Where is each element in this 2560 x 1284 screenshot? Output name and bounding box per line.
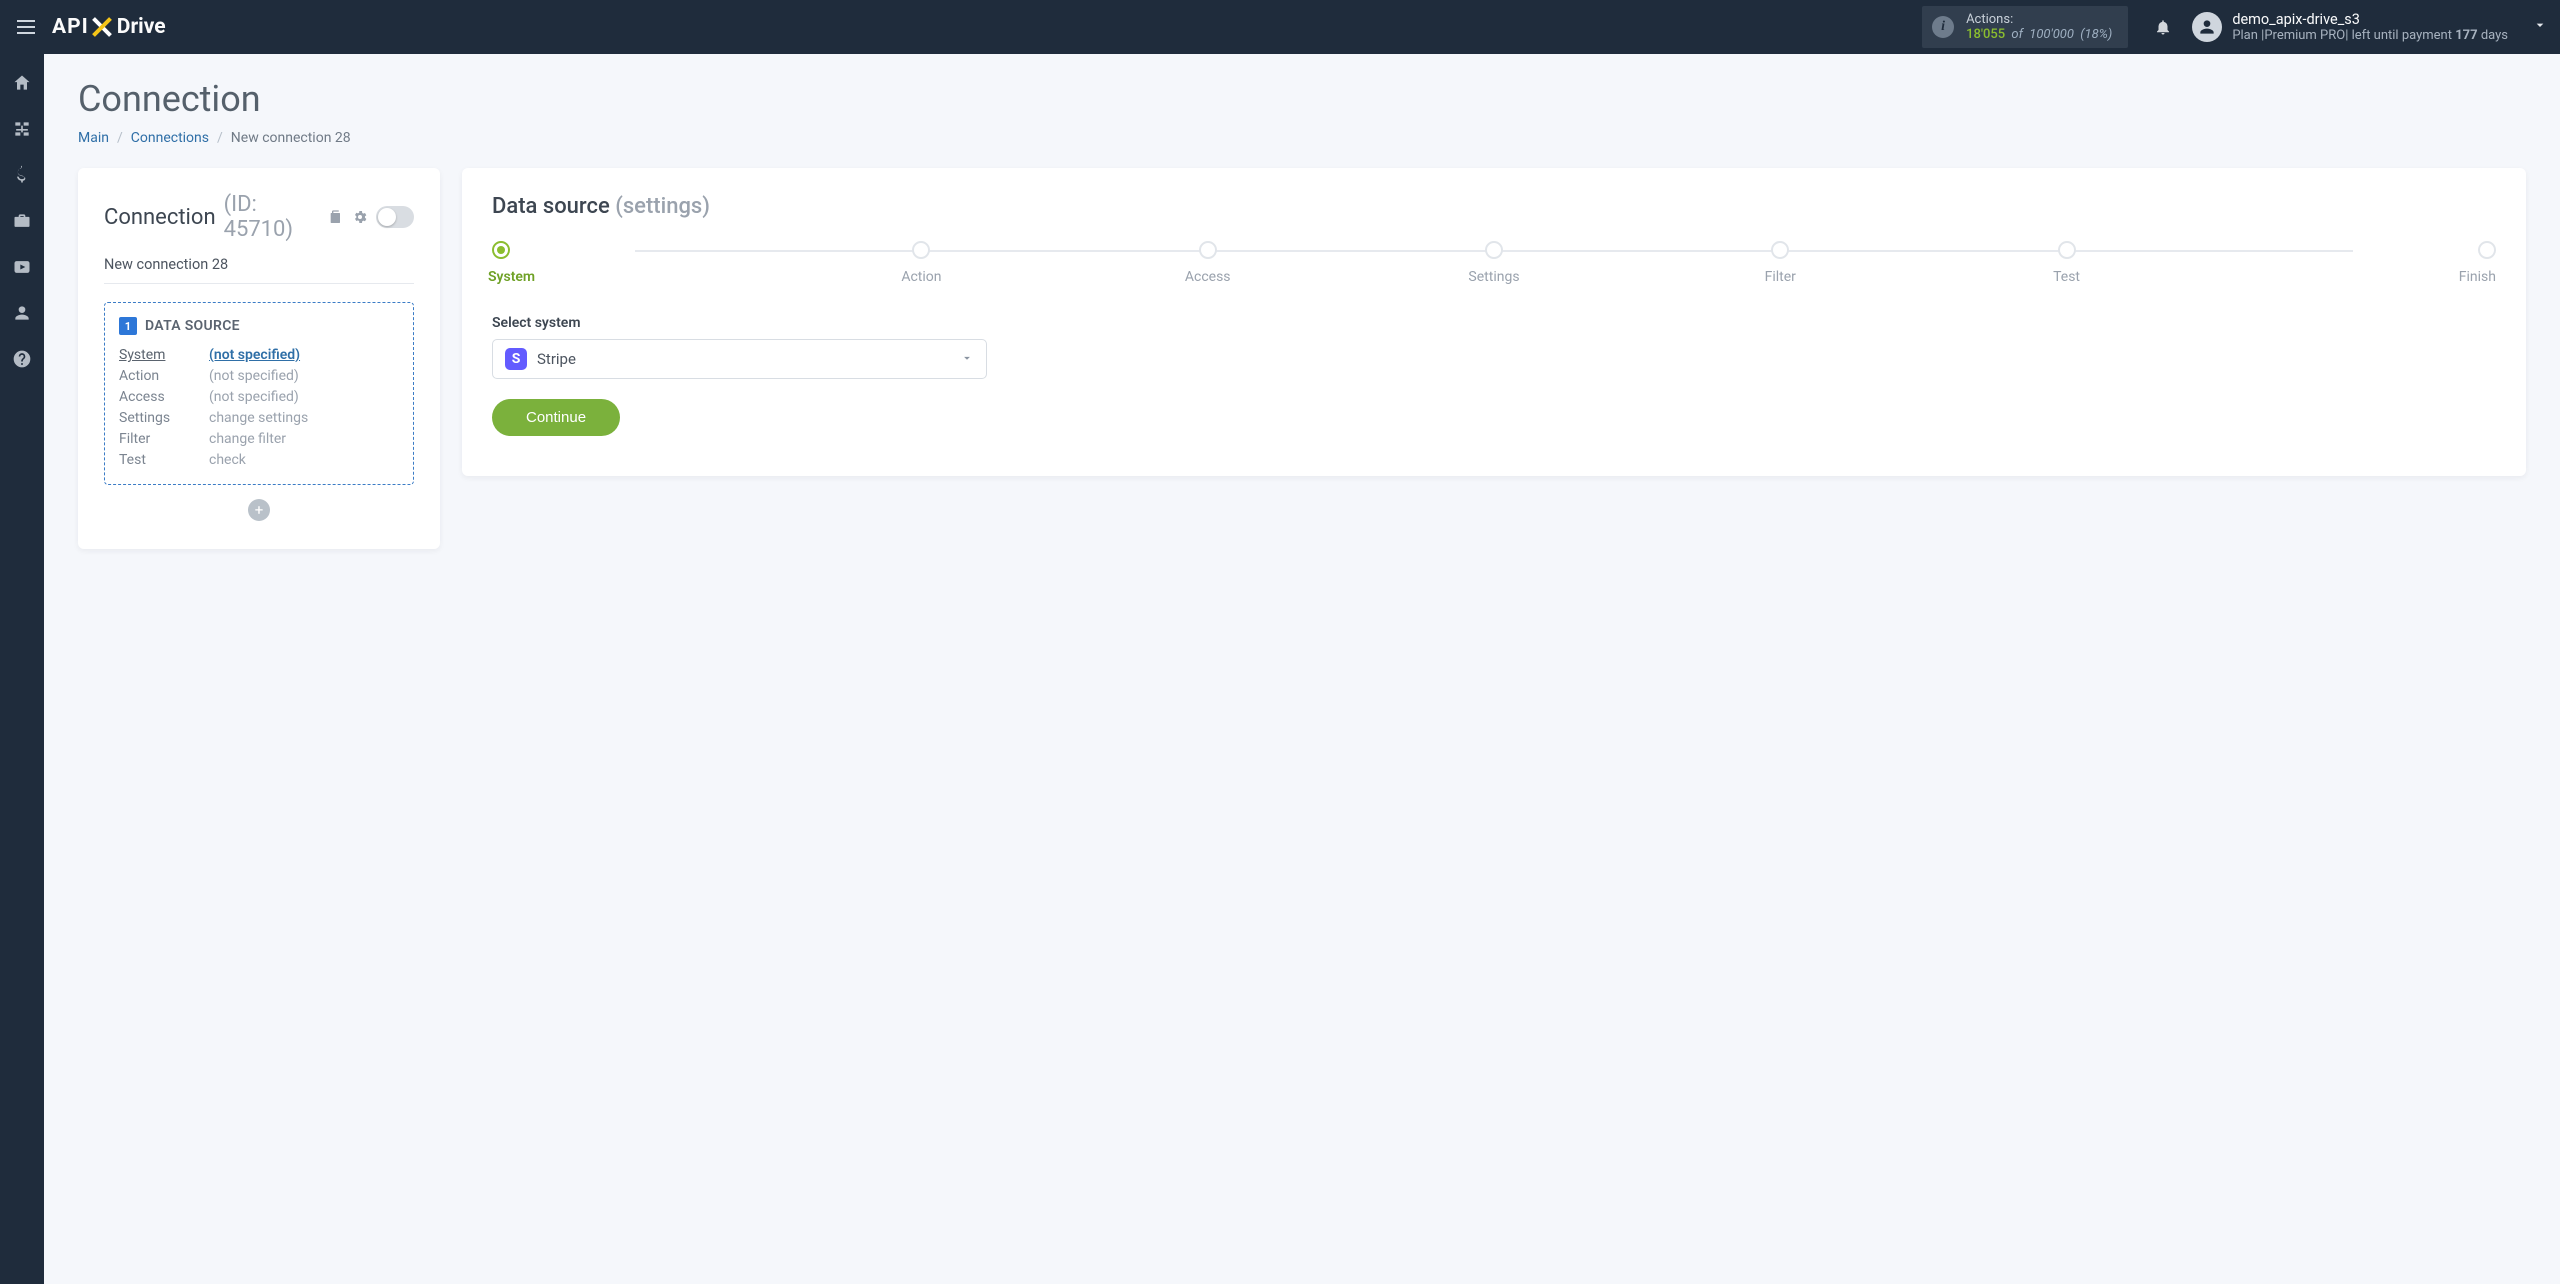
main-card-title: Data source (settings) [492,194,2496,219]
breadcrumb-separator: / [117,130,123,146]
breadcrumb-main[interactable]: Main [78,130,109,146]
step-filter[interactable]: Filter [1637,241,1923,285]
chevron-down-icon[interactable] [2532,17,2548,37]
add-step-button[interactable]: + [248,499,270,521]
notifications-bell-icon[interactable] [2146,10,2180,44]
data-source-rows: System(not specified)Action(not specifie… [119,347,399,468]
step-dot [492,241,510,259]
actions-values: 18'055 of 100'000 (18%) [1966,27,2112,42]
stripe-icon: S [505,348,527,370]
step-test[interactable]: Test [1923,241,2209,285]
ds-row-key: Action [119,368,209,384]
ds-row-value: change settings [209,410,399,426]
step-access[interactable]: Access [1065,241,1351,285]
chevron-down-icon [960,350,974,369]
briefcase-icon[interactable] [11,210,33,232]
system-select[interactable]: S Stripe [492,339,987,379]
continue-button[interactable]: Continue [492,399,620,436]
actions-limit: 100'000 [2029,27,2074,42]
select-system-label: Select system [492,315,2496,331]
data-source-box: 1 DATA SOURCE System(not specified)Actio… [104,302,414,485]
step-settings[interactable]: Settings [1351,241,1637,285]
logo-text-api: API [52,15,89,39]
breadcrumb-connections[interactable]: Connections [131,130,209,146]
hamburger-menu-button[interactable] [12,13,40,41]
breadcrumb-current: New connection 28 [231,130,351,146]
system-select-value: Stripe [537,350,576,368]
ds-row-key: Settings [119,410,209,426]
actions-percent: (18%) [2080,27,2112,42]
logo-x-icon [91,16,113,38]
enable-toggle[interactable] [376,206,414,228]
actions-of: of [2011,27,2023,42]
step-dot [1771,241,1789,259]
home-icon[interactable] [11,72,33,94]
side-card-title: Connection [104,205,216,230]
step-dot [2058,241,2076,259]
step-dot [2478,241,2496,259]
user-icon[interactable] [11,302,33,324]
connection-id: (ID: 45710) [224,192,321,242]
ds-row-key: Test [119,452,209,468]
user-menu[interactable]: demo_apix-drive_s3 Plan |Premium PRO| le… [2192,11,2548,43]
help-icon[interactable] [11,348,33,370]
username: demo_apix-drive_s3 [2232,11,2508,28]
ds-row-key: Filter [119,431,209,447]
info-icon: i [1932,16,1954,38]
step-label: Action [901,269,941,285]
user-meta: demo_apix-drive_s3 Plan |Premium PRO| le… [2232,11,2508,43]
plan-line: Plan |Premium PRO| left until payment 17… [2232,28,2508,43]
ds-row-value: (not specified) [209,389,399,405]
sitemap-icon[interactable] [11,118,33,140]
ds-row-value: change filter [209,431,399,447]
data-source-settings-card: Data source (settings) System Action Acces… [462,168,2526,476]
step-label: Finish [2459,269,2496,285]
dollar-icon[interactable] [11,164,33,186]
actions-counter[interactable]: i Actions: 18'055 of 100'000 (18%) [1922,6,2128,48]
actions-used: 18'055 [1966,27,2005,42]
ds-row-value: (not specified) [209,368,399,384]
main-card-subtitle: (settings) [615,194,710,219]
breadcrumb-separator: / [217,130,223,146]
avatar-icon [2192,12,2222,42]
connection-name: New connection 28 [104,256,414,284]
step-system[interactable]: System [492,241,778,285]
step-finish[interactable]: Finish [2210,241,2496,285]
actions-label: Actions: [1966,12,2112,27]
connection-summary-card: Connection (ID: 45710) New connection 28… [78,168,440,549]
plan-days: 177 [2455,28,2477,43]
step-action[interactable]: Action [778,241,1064,285]
ds-row-key[interactable]: System [119,347,209,363]
step-label: System [488,269,535,285]
step-dot [1485,241,1503,259]
ds-row-value[interactable]: (not specified) [209,347,399,363]
clipboard-icon[interactable] [328,209,344,225]
page-title: Connection [78,78,2526,120]
ds-row-value: check [209,452,399,468]
youtube-icon[interactable] [11,256,33,278]
main-content: Connection Main / Connections / New conn… [44,54,2560,1284]
step-label: Filter [1765,269,1796,285]
step-number-badge: 1 [119,317,137,335]
step-label: Settings [1468,269,1519,285]
plan-mid: | left until payment [2345,28,2455,43]
main-card-title-text: Data source [492,194,610,219]
data-source-heading: DATA SOURCE [145,318,240,334]
step-label: Access [1185,269,1231,285]
step-label: Test [2053,269,2080,285]
logo-text-drive: Drive [117,15,166,39]
plan-prefix: Plan | [2232,28,2264,43]
plan-suffix: days [2478,28,2508,43]
plan-name: Premium PRO [2264,28,2345,43]
step-dot [912,241,930,259]
sidebar [0,54,44,1284]
wizard-stepper: System Action Access Settings Filter Test Fini… [492,241,2496,285]
topbar: API Drive i Actions: 18'055 of 100'000 (… [0,0,2560,54]
logo[interactable]: API Drive [52,15,166,39]
ds-row-key: Access [119,389,209,405]
gear-icon[interactable] [352,209,368,225]
breadcrumb: Main / Connections / New connection 28 [78,130,2526,146]
step-dot [1199,241,1217,259]
